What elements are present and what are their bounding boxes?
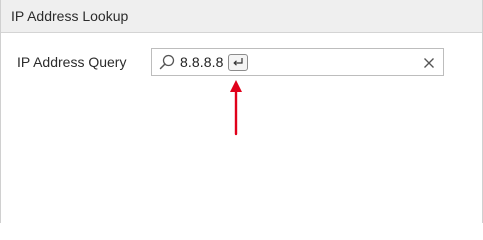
ip-query-label: IP Address Query bbox=[17, 54, 127, 70]
close-icon[interactable] bbox=[423, 56, 435, 68]
search-value[interactable]: 8.8.8.8 bbox=[180, 54, 224, 70]
lookup-window: IP Address Lookup IP Address Query 8.8.8… bbox=[0, 0, 483, 223]
arrow-up-icon bbox=[230, 80, 242, 136]
search-icon bbox=[159, 54, 175, 70]
enter-key-icon[interactable] bbox=[227, 53, 248, 71]
window-title: IP Address Lookup bbox=[11, 8, 129, 24]
title-bar: IP Address Lookup bbox=[1, 0, 482, 33]
ip-search-input[interactable]: 8.8.8.8 bbox=[151, 48, 444, 76]
